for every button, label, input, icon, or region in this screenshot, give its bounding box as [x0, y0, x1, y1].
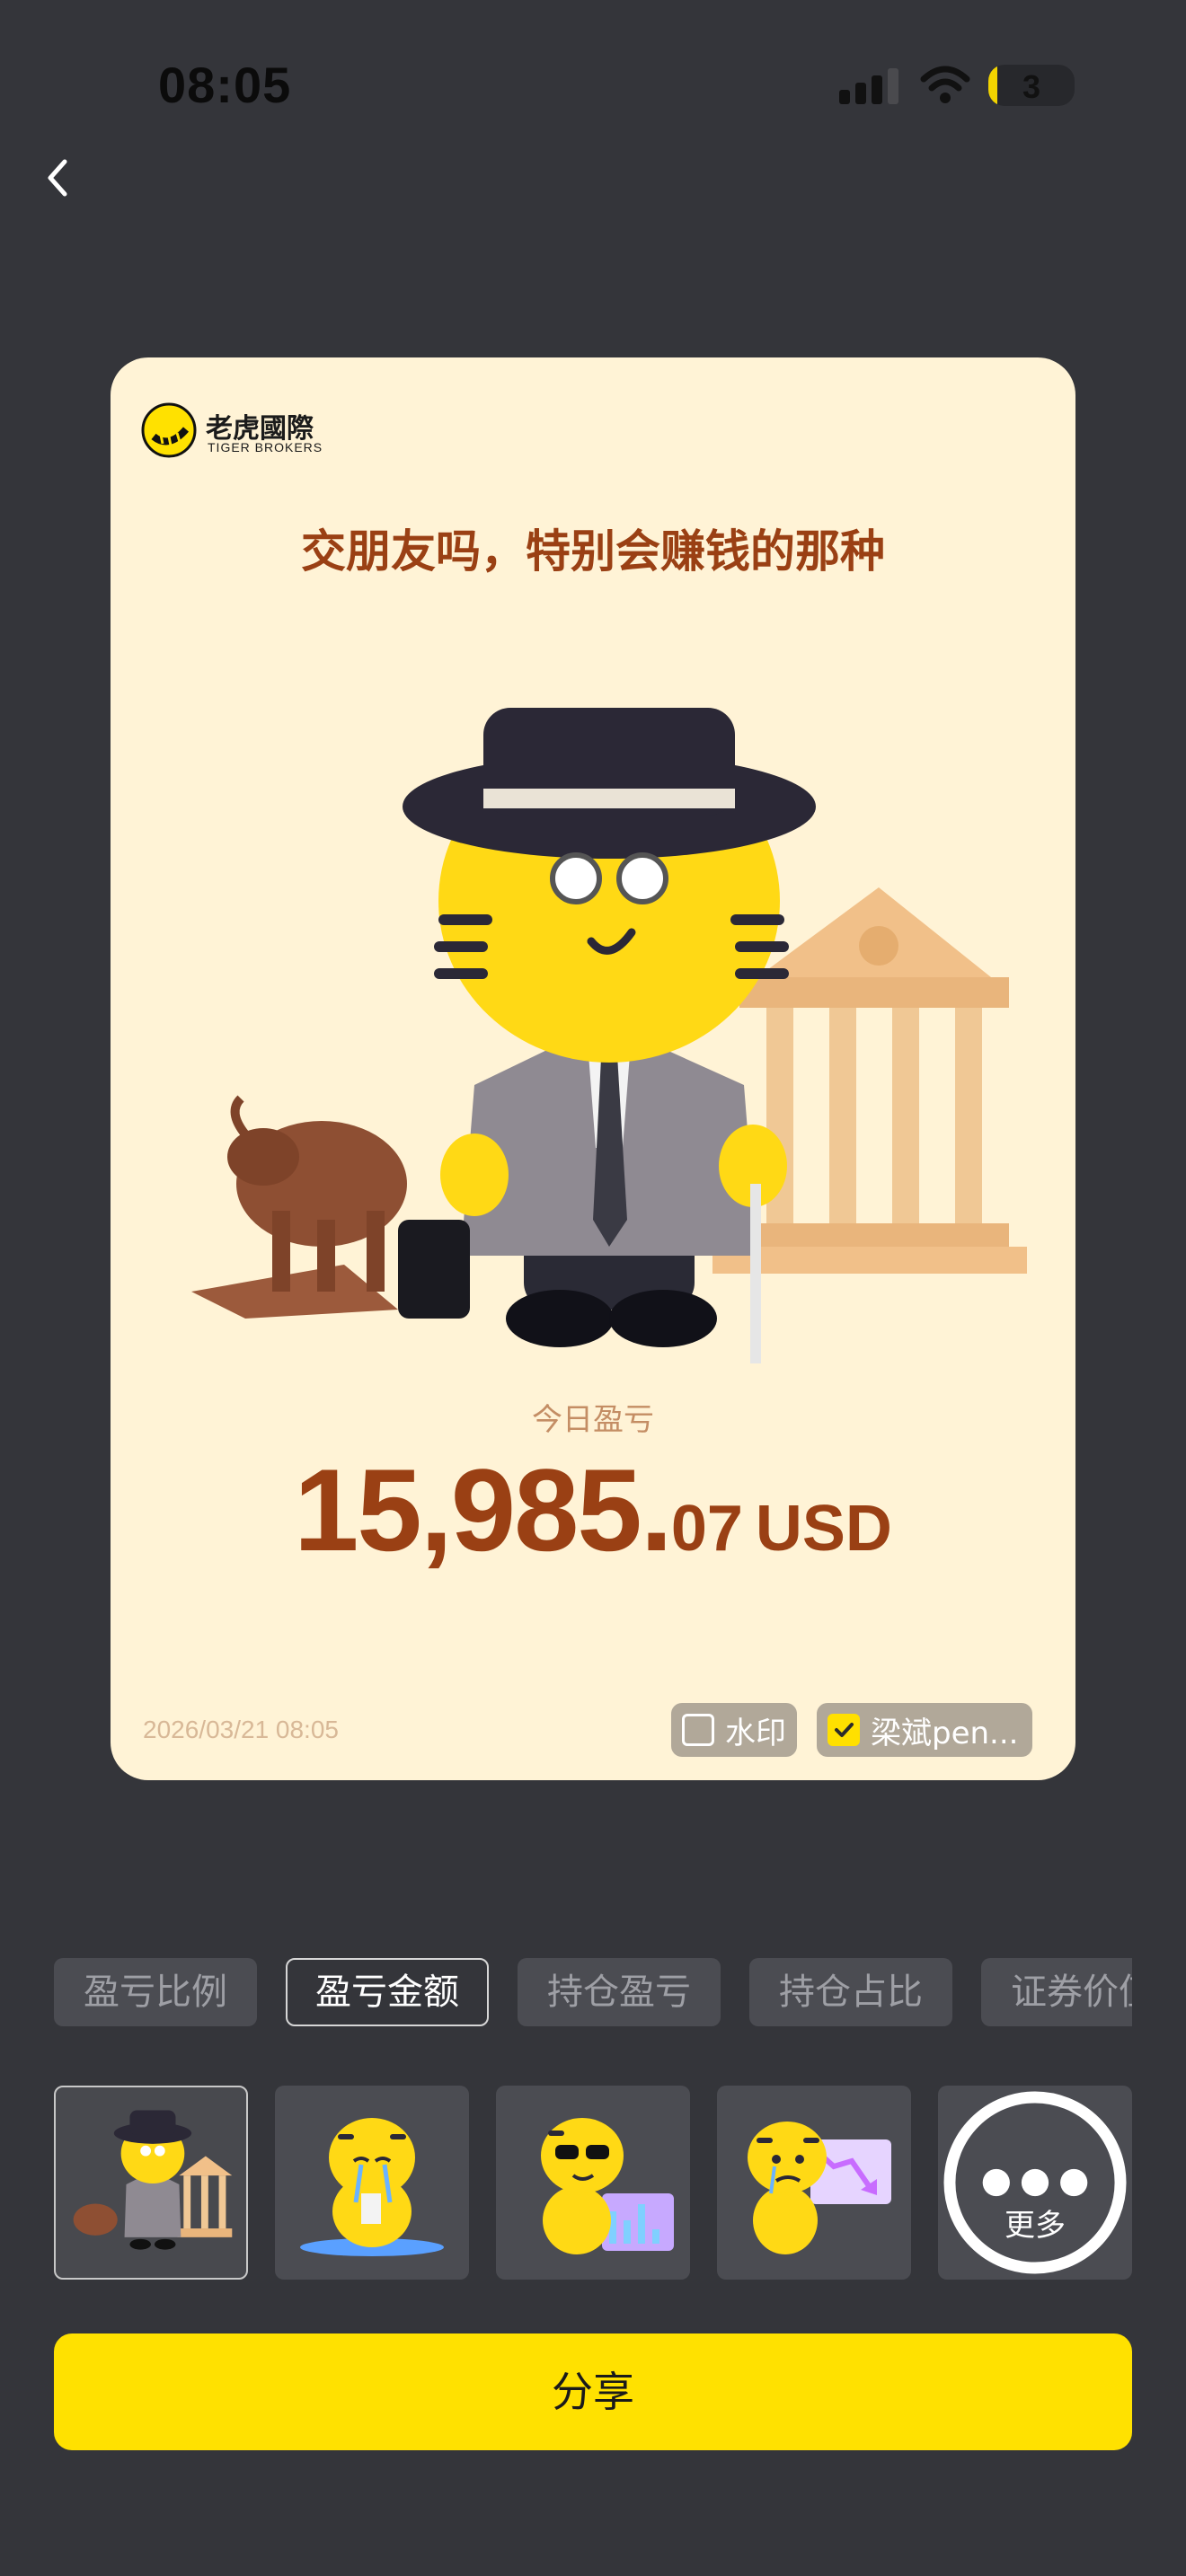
share-card: 老虎國際 TIGER BROKERS 交朋友吗，特别会赚钱的那种 今日盈亏 15… [111, 357, 1075, 1780]
tiger-character [398, 708, 816, 1363]
pnl-currency: USD [755, 1493, 892, 1565]
pnl-amount: 15,985.07 USD [111, 1442, 1075, 1577]
battery-indicator: 3 [988, 65, 1075, 106]
check-icon [835, 1723, 854, 1737]
thumbnail-tiger-sunglasses[interactable] [496, 2086, 690, 2280]
status-time: 08:05 [158, 57, 292, 113]
more-label: 更多 [1005, 2208, 1066, 2244]
tiger-logo-icon [141, 402, 197, 458]
thumbnail-tiger-falling-chart[interactable] [717, 2086, 911, 2280]
pnl-integer: 15,985. [294, 1444, 673, 1575]
tiger-sunglasses-thumb-icon [541, 2118, 674, 2254]
bull-statue-illustration [191, 1095, 407, 1319]
share-button[interactable]: 分享 [54, 2333, 1132, 2450]
status-bar: 08:05 3 [0, 0, 1186, 171]
card-headline: 交朋友吗，特别会赚钱的那种 [301, 525, 885, 578]
tab-pnl-amount[interactable]: 盈亏金额 [286, 1958, 489, 2026]
tab-position-ratio[interactable]: 持仓占比 [749, 1958, 952, 2026]
back-button[interactable] [36, 151, 83, 205]
thumbnail-tiger-gentleman[interactable] [54, 2086, 248, 2280]
tiger-gentleman-thumb-icon [73, 2110, 233, 2250]
nickname-label: 梁斌pen... [871, 1715, 1019, 1751]
template-category-tabs: 盈亏比例 盈亏金额 持仓盈亏 持仓占比 证券价值 [54, 1958, 1132, 2030]
tiger-falling-chart-thumb-icon [748, 2122, 891, 2254]
thumbnail-tiger-crying[interactable] [275, 2086, 469, 2280]
logo-text-en: TIGER BROKERS [208, 440, 323, 454]
pnl-label: 今日盈亏 [532, 1402, 654, 1438]
template-thumbnails: 更多 [54, 2086, 1132, 2280]
more-dots-icon [943, 2091, 1127, 2274]
watermark-toggle[interactable]: 水印 [671, 1703, 797, 1757]
nickname-toggle[interactable]: 梁斌pen... [817, 1703, 1032, 1757]
tab-position-pnl[interactable]: 持仓盈亏 [518, 1958, 721, 2026]
tiger-crying-thumb-icon [300, 2118, 444, 2256]
pnl-decimal: 07 [670, 1493, 743, 1565]
more-templates-button[interactable]: 更多 [938, 2086, 1132, 2280]
watermark-label: 水印 [725, 1715, 786, 1751]
tiger-brokers-logo: 老虎國際 TIGER BROKERS [141, 402, 411, 460]
tab-pnl-ratio[interactable]: 盈亏比例 [54, 1958, 257, 2026]
nickname-checkbox[interactable] [828, 1714, 860, 1746]
battery-level: 3 [1022, 68, 1041, 105]
tab-securities-value[interactable]: 证券价值 [981, 1958, 1132, 2026]
cellular-signal-icon [839, 68, 898, 104]
card-date: 2026/03/21 08:05 [143, 1716, 339, 1743]
wifi-icon [920, 66, 970, 103]
watermark-checkbox[interactable] [682, 1714, 714, 1746]
